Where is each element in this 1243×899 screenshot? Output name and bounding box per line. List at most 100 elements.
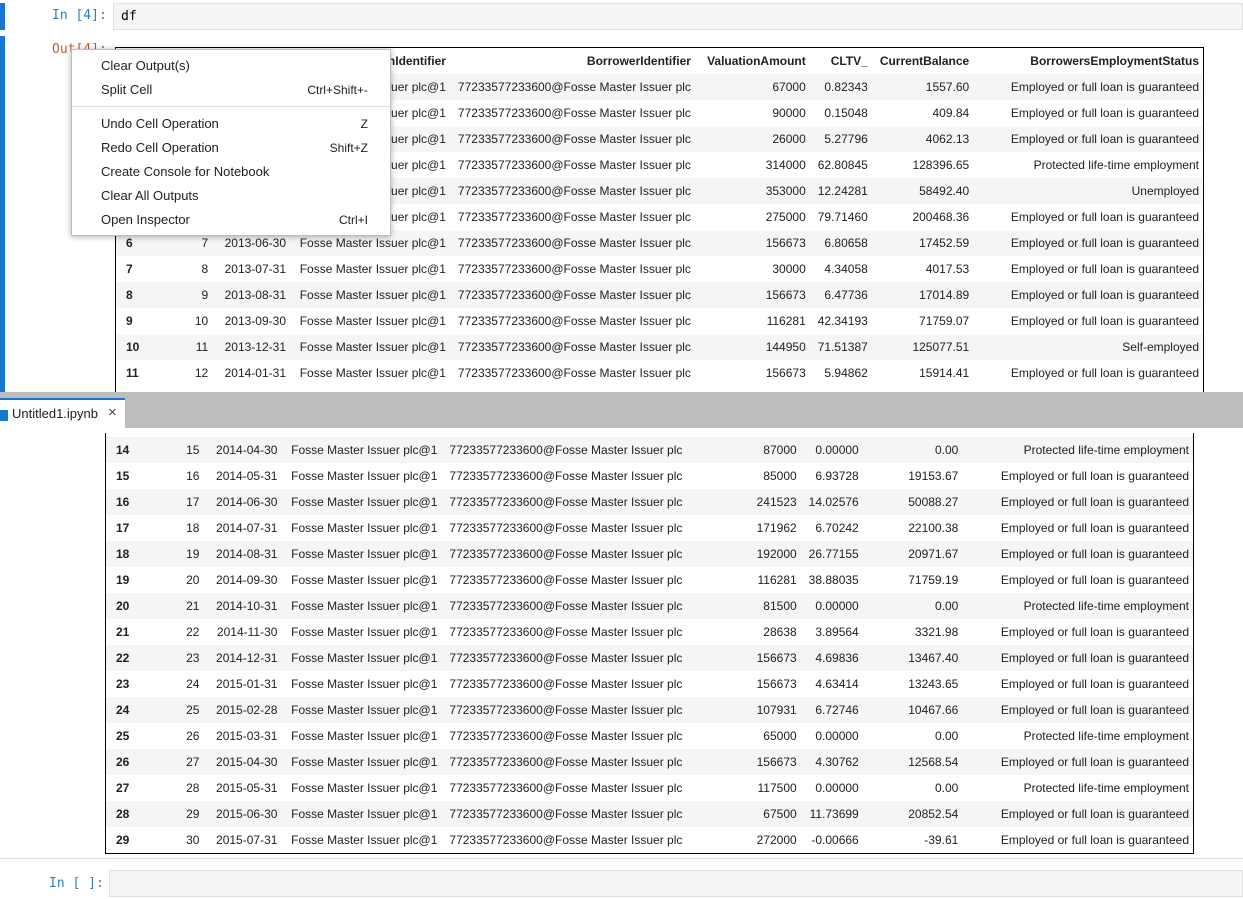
cltv-cell: 26.77155 xyxy=(808,547,859,561)
column-header-current-balance: CurrentBalance xyxy=(879,54,970,68)
table-row: 19 20 2014-09-30 Fosse Master Issuer plc@1 7… xyxy=(106,567,1193,593)
menu-item-clear-all-outputs[interactable]: Clear All Outputs xyxy=(72,184,390,208)
current-balance-cell: 3321.98 xyxy=(914,625,959,639)
employment-status-cell: Employed or full loan is guaranteed xyxy=(1000,755,1189,769)
loan-identifier-cell: Fosse Master Issuer plc@1 xyxy=(291,833,438,847)
employment-status-cell: Employed or full loan is guaranteed xyxy=(1000,807,1189,821)
table-row: 21 22 2014-11-30 Fosse Master Issuer plc@1 7… xyxy=(106,619,1193,645)
menu-item-label: Clear All Outputs xyxy=(101,188,199,203)
cltv-cell: 71.51387 xyxy=(817,340,868,354)
code-input[interactable] xyxy=(109,870,1243,897)
borrower-identifier-cell: 77233577233600@Fosse Master Issuer plc xyxy=(457,158,691,172)
menu-item-split-cell[interactable]: Split Cell Ctrl+Shift+- xyxy=(72,78,390,102)
row-date: 2015-04-30 xyxy=(216,755,278,769)
row-id: 29 xyxy=(186,807,200,821)
valuation-amount-cell: 67500 xyxy=(763,807,797,821)
output-collapser[interactable] xyxy=(0,36,5,392)
row-id: 22 xyxy=(186,625,200,639)
cltv-cell: 79.71460 xyxy=(817,210,868,224)
cltv-cell: 38.88035 xyxy=(808,573,859,587)
cltv-cell: 0.00000 xyxy=(815,781,859,795)
cell-divider xyxy=(0,858,1243,859)
cltv-cell: 6.47736 xyxy=(824,288,868,302)
row-id: 11 xyxy=(195,340,209,354)
employment-status-cell: Employed or full loan is guaranteed xyxy=(1010,210,1199,224)
employment-status-cell: Self-employed xyxy=(1122,340,1199,354)
valuation-amount-cell: 156673 xyxy=(765,236,806,250)
row-index: 14 xyxy=(116,443,130,457)
employment-status-cell: Employed or full loan is guaranteed xyxy=(1010,132,1199,146)
cltv-cell: 0.00000 xyxy=(815,443,859,457)
current-balance-cell: 128396.65 xyxy=(912,158,970,172)
loan-identifier-cell: Fosse Master Issuer plc@1 xyxy=(291,599,438,613)
menu-item-shortcut: Z xyxy=(360,117,368,131)
table-row: 29 30 2015-07-31 Fosse Master Issuer plc@1 7… xyxy=(106,827,1193,853)
borrower-identifier-cell: 77233577233600@Fosse Master Issuer plc xyxy=(457,184,691,198)
row-id: 21 xyxy=(186,599,200,613)
current-balance-cell: 17452.59 xyxy=(919,236,970,250)
valuation-amount-cell: 28638 xyxy=(763,625,797,639)
menu-item-label: Redo Cell Operation xyxy=(101,140,219,155)
row-index: 20 xyxy=(116,599,130,613)
row-index: 21 xyxy=(116,625,130,639)
loan-identifier-cell: Fosse Master Issuer plc@1 xyxy=(291,573,438,587)
row-id: 15 xyxy=(186,443,200,457)
row-index: 8 xyxy=(126,288,133,302)
cltv-cell: 3.89564 xyxy=(815,625,859,639)
borrower-identifier-cell: 77233577233600@Fosse Master Issuer plc xyxy=(457,340,691,354)
valuation-amount-cell: 117500 xyxy=(757,781,797,795)
row-date: 2015-02-28 xyxy=(216,703,278,717)
row-id: 27 xyxy=(186,755,200,769)
cltv-cell: -0.00666 xyxy=(811,833,859,847)
menu-item-redo-cell-operation[interactable]: Redo Cell Operation Shift+Z xyxy=(72,136,390,160)
current-balance-cell: 17014.89 xyxy=(919,288,970,302)
code-input[interactable]: df xyxy=(113,3,1243,30)
valuation-amount-cell: 156673 xyxy=(765,366,806,380)
row-id: 10 xyxy=(194,314,209,328)
cltv-cell: 5.27796 xyxy=(824,132,868,146)
tab-title: Untitled1.ipynb xyxy=(12,406,98,421)
tab-untitled1-notebook[interactable]: Untitled1.ipynb × xyxy=(0,398,125,428)
row-id: 24 xyxy=(186,677,200,691)
employment-status-cell: Employed or full loan is guaranteed xyxy=(1000,625,1189,639)
valuation-amount-cell: 171962 xyxy=(756,521,797,535)
code-text[interactable]: df xyxy=(121,9,137,24)
column-header-cltv: CLTV_ xyxy=(830,54,868,68)
row-date: 2015-01-31 xyxy=(216,677,278,691)
menu-item-undo-cell-operation[interactable]: Undo Cell Operation Z xyxy=(72,112,390,136)
loan-identifier-cell: Fosse Master Issuer plc@1 xyxy=(291,469,438,483)
row-id: 28 xyxy=(186,781,200,795)
menu-item-clear-outputs[interactable]: Clear Output(s) xyxy=(72,54,390,78)
current-balance-cell: 200468.36 xyxy=(912,210,970,224)
borrower-identifier-cell: 77233577233600@Fosse Master Issuer plc xyxy=(457,236,691,250)
current-balance-cell: 409.84 xyxy=(932,106,970,120)
cltv-cell: 14.02576 xyxy=(808,495,859,509)
table-row: 18 19 2014-08-31 Fosse Master Issuer plc@1 7… xyxy=(106,541,1193,567)
table-row: 9 10 2013-09-30 Fosse Master Issuer plc@1 77… xyxy=(116,308,1203,334)
row-index: 9 xyxy=(126,314,133,328)
row-date: 2014-07-31 xyxy=(216,521,278,535)
column-header-employment-status: BorrowersEmploymentStatus xyxy=(1030,54,1199,68)
row-date: 2015-03-31 xyxy=(216,729,278,743)
row-date: 2014-11-30 xyxy=(216,625,278,639)
input-prompt: In [ ]: xyxy=(49,876,104,891)
current-balance-cell: 22100.38 xyxy=(908,521,959,535)
employment-status-cell: Protected life-time employment xyxy=(1023,781,1189,795)
row-id: 25 xyxy=(186,703,200,717)
valuation-amount-cell: 314000 xyxy=(765,158,806,172)
borrower-identifier-cell: 77233577233600@Fosse Master Issuer plc xyxy=(449,443,683,457)
valuation-amount-cell: 85000 xyxy=(763,469,797,483)
employment-status-cell: Employed or full loan is guaranteed xyxy=(1000,469,1189,483)
cltv-cell: 5.94862 xyxy=(824,366,868,380)
close-icon[interactable]: × xyxy=(108,404,117,421)
row-date: 2014-09-30 xyxy=(216,573,278,587)
menu-item-create-console[interactable]: Create Console for Notebook xyxy=(72,160,390,184)
current-balance-cell: 71759.07 xyxy=(919,314,970,328)
menu-item-open-inspector[interactable]: Open Inspector Ctrl+I xyxy=(72,208,390,232)
loan-identifier-cell: Fosse Master Issuer plc@1 xyxy=(299,366,446,380)
borrower-identifier-cell: 77233577233600@Fosse Master Issuer plc xyxy=(449,677,683,691)
valuation-amount-cell: 65000 xyxy=(763,729,797,743)
menu-item-shortcut: Ctrl+I xyxy=(338,213,368,227)
context-menu: Clear Output(s) Split Cell Ctrl+Shift+- … xyxy=(71,49,391,236)
borrower-identifier-cell: 77233577233600@Fosse Master Issuer plc xyxy=(449,755,683,769)
